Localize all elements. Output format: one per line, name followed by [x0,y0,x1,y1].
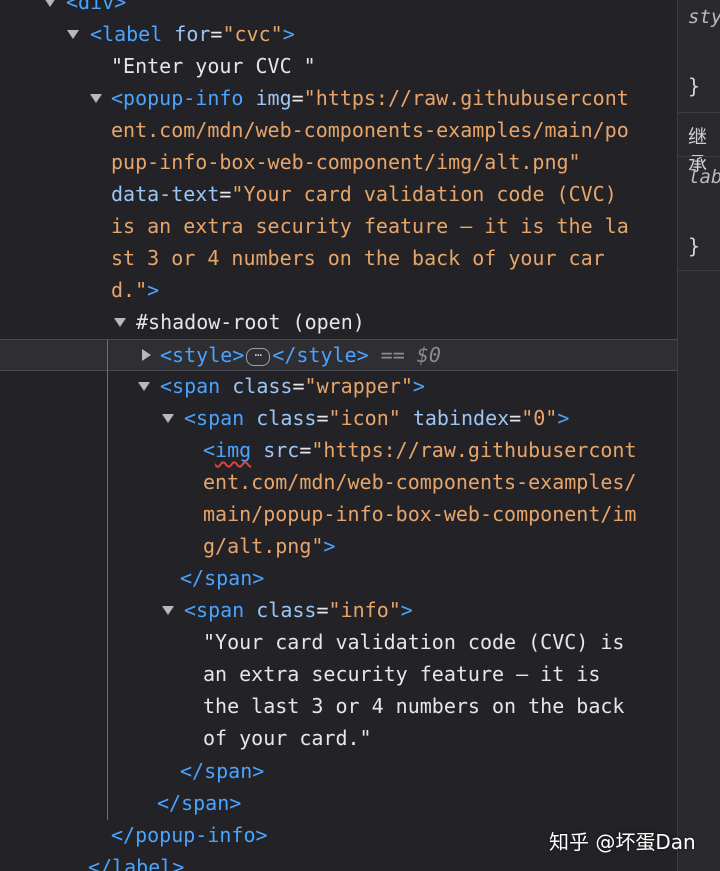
expand-arrow-icon[interactable] [67,30,79,39]
node-div[interactable]: <div> [0,0,677,18]
elements-tree: <div> <label for="cvc"> "Enter your CVC … [0,0,677,871]
node-popup-info-cont: is an extra security feature — it is the… [111,214,629,238]
popup-img-value: "https://raw.githubusercont [303,86,629,110]
node-popup-info[interactable]: <popup-info img="https://raw.githubuserc… [0,82,677,114]
selected-node-marker: == $0 [368,343,441,367]
text-node: "Your card validation code (CVC) is [203,630,625,654]
img-src-value: "https://raw.githubusercont [311,438,637,462]
node-popup-info-cont: st 3 or 4 numbers on the back of your ca… [111,246,605,270]
node-popup-info-cont: ent.com/mdn/web-components-examples/main… [111,118,629,142]
popup-datatext-value: "Your card validation code (CVC) [231,182,617,206]
node-style-selected[interactable]: <style> ⋯ </style> == $0 [0,339,677,371]
shadow-root-guide-line [107,340,108,820]
node-span-wrapper[interactable]: <span class="wrapper"> [0,370,677,402]
watermark: 知乎 @坏蛋Dan [549,830,696,854]
expand-arrow-icon[interactable] [138,382,150,391]
span-tag: <span [184,598,245,622]
style-rule-selector[interactable]: sty [688,6,720,28]
label-for-value: "cvc" [222,22,283,46]
node-span-info-close[interactable]: </span> [0,755,677,787]
pane-divider [678,156,720,157]
rule-close-brace: } [688,234,701,258]
styles-pane: sty } 继承 lab } [677,0,720,871]
node-text-enter-cvc[interactable]: "Enter your CVC " [0,50,677,82]
node-img-cont: ent.com/mdn/web-components-examples/ [203,470,637,494]
node-img-cont: main/popup-info-box-web-component/im [203,502,637,526]
node-label[interactable]: <label for="cvc"> [0,18,677,50]
node-span-icon[interactable]: <span class="icon" tabindex="0"> [0,402,677,434]
img-tag: img [215,438,252,462]
node-span-wrapper-close[interactable]: </span> [0,787,677,819]
popup-datatext-attr: data-text [111,182,220,206]
node-info-text-cont: an extra security feature — it is [203,662,601,686]
node-span-icon-close[interactable]: </span> [0,562,677,594]
expand-arrow-icon[interactable] [44,0,56,7]
node-info-text-cont: the last 3 or 4 numbers on the back [203,694,625,718]
node-span-info[interactable]: <span class="info"> [0,594,677,626]
style-tag: <style> [160,343,245,367]
node-shadow-root[interactable]: #shadow-root (open) [0,306,677,338]
node-info-text-cont: of your card." [203,726,372,750]
span-tag: <span [184,406,245,430]
popup-img-attr: img [255,86,292,110]
div-tag: <div> [66,0,127,14]
popup-info-tag: <popup-info [111,86,244,110]
expand-arrow-icon[interactable] [162,414,174,423]
shadow-root-label: #shadow-root (open) [136,310,365,334]
expand-arrow-icon[interactable] [162,606,174,615]
pane-divider [678,270,720,271]
rule-close-brace: } [688,74,701,98]
expand-arrow-icon[interactable] [114,318,126,327]
ellipsis-icon[interactable]: ⋯ [246,347,271,366]
node-img-cont: g/alt.png"> [203,534,336,558]
node-info-text[interactable]: "Your card validation code (CVC) is [0,626,677,658]
node-popup-info-cont: d."> [111,278,160,302]
collapsed-arrow-icon[interactable] [142,349,151,361]
pane-divider [678,112,720,113]
span-tag: <span [160,374,221,398]
node-img[interactable]: <img src="https://raw.githubusercont [0,434,677,466]
node-popup-info-cont: pup-info-box-web-component/img/alt.png" [111,150,581,174]
label-tag: <label [90,22,163,46]
node-popup-info-cont: data-text="Your card validation code (CV… [111,182,617,206]
label-for-attr: for [174,22,211,46]
style-rule-selector[interactable]: lab [688,166,720,188]
expand-arrow-icon[interactable] [90,94,102,103]
text-node: "Enter your CVC " [111,54,316,78]
